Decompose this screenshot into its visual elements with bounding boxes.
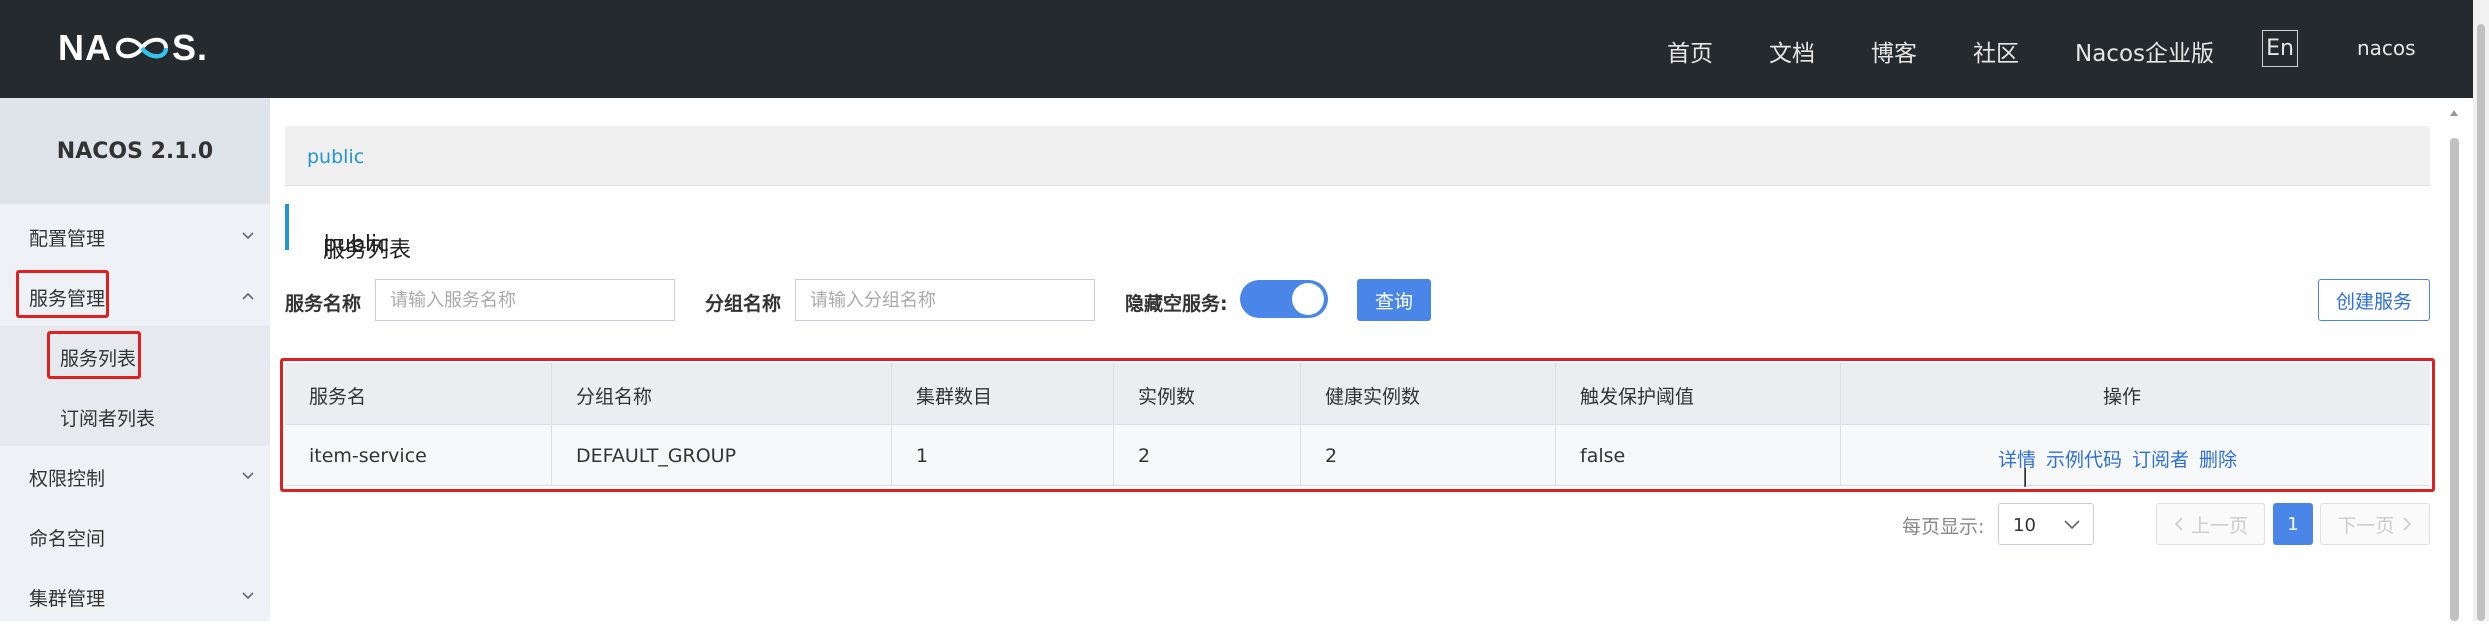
namespace-tab-public[interactable]: public: [307, 146, 364, 168]
service-name-label: 服务名称: [285, 293, 362, 315]
nacos-logo[interactable]: NA S.: [58, 27, 209, 68]
highlight-service-table: [280, 358, 2435, 492]
group-name-input[interactable]: [795, 279, 1095, 321]
user-menu[interactable]: nacos: [2357, 36, 2416, 60]
sidebar-version: NACOS 2.1.0: [0, 98, 270, 204]
per-page-select[interactable]: 10: [1998, 503, 2094, 545]
nav-community[interactable]: 社区: [1973, 34, 2019, 68]
sidebar-item-namespace[interactable]: 命名空间: [0, 506, 270, 566]
page-scrollbar-thumb[interactable]: [2477, 24, 2485, 621]
sidebar-item-label: 权限控制: [29, 468, 106, 490]
sidebar-item-config[interactable]: 配置管理: [0, 206, 270, 266]
create-service-button[interactable]: 创建服务: [2318, 279, 2430, 321]
toggle-knob: [1292, 283, 1324, 315]
sidebar-item-cluster[interactable]: 集群管理: [0, 566, 270, 626]
query-button[interactable]: 查询: [1357, 279, 1431, 321]
service-name-input[interactable]: [375, 279, 675, 321]
sidebar-item-label: 集群管理: [29, 588, 106, 610]
chevron-down-icon: [242, 232, 254, 240]
sidebar-item-auth[interactable]: 权限控制: [0, 446, 270, 506]
chevron-down-icon: [2064, 520, 2080, 530]
sidebar-subitem-subscribers[interactable]: 订阅者列表: [0, 386, 270, 446]
group-name-label: 分组名称: [705, 293, 782, 315]
content-scrollbar-thumb[interactable]: [2450, 138, 2459, 621]
logo-text: NA: [58, 27, 112, 68]
per-page-label: 每页显示:: [1902, 516, 1985, 538]
logo-infinity-icon: [115, 37, 169, 59]
prev-page-label: 上一页: [2190, 514, 2248, 537]
highlight-service-menu: [16, 270, 109, 318]
sidebar-item-label: 配置管理: [29, 228, 106, 250]
nav-docs[interactable]: 文档: [1769, 34, 1815, 68]
page-title: 服务列表 | public: [285, 204, 411, 263]
chevron-right-icon: [2402, 517, 2411, 531]
logo-text-tail: S.: [172, 27, 209, 68]
next-page-label: 下一页: [2337, 514, 2395, 537]
hide-empty-label: 隐藏空服务:: [1125, 293, 1228, 315]
namespace-bar: public: [285, 126, 2430, 186]
top-bar: NA S. 首页 文档 博客 社区 Nacos企业版 En nacos: [0, 0, 2489, 98]
chevron-left-icon: [2174, 517, 2183, 531]
sidebar-subitem-label: 订阅者列表: [60, 408, 156, 430]
chevron-down-icon: [242, 592, 254, 600]
next-page-button[interactable]: 下一页: [2320, 503, 2430, 545]
sidebar-item-label: 命名空间: [29, 528, 106, 550]
scroll-up-arrow-icon[interactable]: [2449, 108, 2459, 118]
chevron-up-icon: [242, 292, 254, 300]
highlight-service-list: [47, 331, 141, 379]
chevron-down-icon: [242, 472, 254, 480]
nav-enterprise[interactable]: Nacos企业版: [2075, 34, 2214, 68]
prev-page-button[interactable]: 上一页: [2156, 503, 2265, 545]
hide-empty-toggle[interactable]: [1240, 280, 1328, 318]
page-1-button[interactable]: 1: [2273, 503, 2313, 545]
nav-home[interactable]: 首页: [1667, 34, 1713, 68]
per-page-value: 10: [2013, 515, 2036, 536]
page-title-namespace: public: [323, 232, 390, 257]
language-toggle-button[interactable]: En: [2262, 30, 2298, 67]
nav-blog[interactable]: 博客: [1871, 34, 1917, 68]
